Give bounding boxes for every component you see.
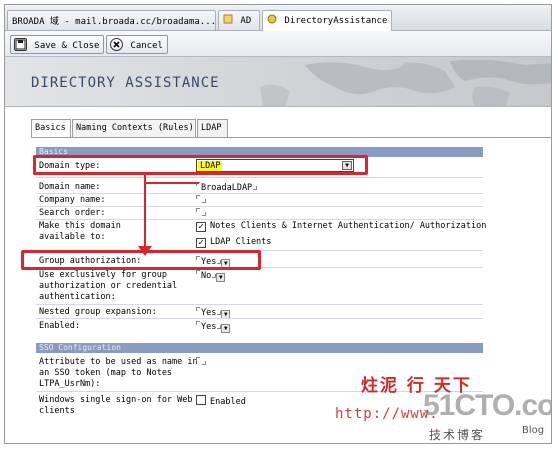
use-exclusively-value: No (201, 271, 212, 281)
tab-directory-assistance[interactable]: DirectoryAssistance × (262, 10, 392, 31)
divider (36, 206, 483, 207)
form-banner: DIRECTORY ASSISTANCE (5, 57, 551, 107)
enabled-select[interactable]: Yes ▼ (196, 321, 231, 333)
save-close-label: Save & Close (34, 41, 100, 51)
win-sso-label-line1: Windows single sign-on for Web (39, 395, 193, 405)
tab-naming-contexts[interactable]: Naming Contexts (Rules) (72, 119, 196, 137)
annotation-arrow-head-icon (138, 246, 152, 256)
section-header-sso: SSO Configuration (36, 343, 483, 353)
win-sso-option-label: Enabled (210, 397, 246, 407)
watermark-subtitle: 技术博客 (429, 428, 486, 442)
divider (36, 318, 483, 319)
enabled-value: Yes (201, 322, 217, 332)
save-icon (14, 38, 27, 51)
database-icon (267, 14, 277, 24)
domain-name-label: Domain name: (39, 182, 101, 192)
cancel-button[interactable]: Cancel (106, 35, 168, 54)
tab-basics[interactable]: Basics (31, 119, 71, 138)
use-exclusively-select[interactable]: No ▼ (196, 270, 226, 282)
domain-name-value: BroadaLDAP (201, 183, 253, 193)
chevron-down-icon[interactable]: ▼ (216, 273, 226, 282)
divider (36, 304, 483, 305)
action-bar: Save & Close Cancel (5, 31, 551, 57)
sso-attr-field[interactable] (196, 357, 206, 368)
company-name-field[interactable] (196, 195, 206, 206)
use-exclusively-label-line3: authentication: (39, 292, 116, 302)
tab-label: AD (240, 16, 252, 26)
search-order-label: Search order: (39, 208, 106, 218)
window-tab-strip: BROADA 域 - mail.broada.cc/broadama... × … (5, 5, 551, 31)
divider (36, 219, 483, 220)
tab-underline (31, 137, 551, 138)
use-exclusively-label-line2: authorization or credential (39, 281, 178, 291)
checkbox-unchecked[interactable] (196, 395, 206, 405)
watermark-url: http://www. (335, 406, 439, 422)
cancel-label: Cancel (130, 41, 163, 51)
sso-attr-label-line3: LTPA_UsrNm): (39, 379, 101, 389)
annotation-arrow-shaft (144, 175, 146, 249)
domain-name-field[interactable]: BroadaLDAP (196, 182, 258, 193)
annotation-box-domain-type (33, 155, 368, 175)
document-icon (223, 14, 233, 24)
cancel-icon (110, 38, 123, 51)
application-window: BROADA 域 - mail.broada.cc/broadama... × … (4, 4, 552, 444)
watermark-site: 51CTO.com (423, 389, 551, 422)
make-available-label-line1: Make this domain (39, 221, 121, 231)
divider (36, 177, 483, 178)
use-exclusively-label-line1: Use exclusively for group (39, 270, 167, 280)
checkbox-checked[interactable]: ✓ (196, 222, 206, 232)
tab-broada-mail[interactable]: BROADA 域 - mail.broada.cc/broadama... × (7, 10, 216, 30)
make-available-label-line2: available to: (39, 232, 106, 242)
checkbox-checked[interactable]: ✓ (196, 238, 206, 248)
enabled-label: Enabled: (39, 321, 80, 331)
sso-attr-label-line1: Attribute to be used as name in (39, 357, 198, 367)
tab-label: BROADA 域 - mail.broada.cc/broadama... (12, 17, 216, 27)
sso-attr-label-line2: an SSO token (map to Notes (39, 368, 173, 378)
tab-ad[interactable]: AD × (218, 10, 260, 30)
watermark-blog: Blog (522, 425, 545, 436)
ldap-clients-option-label: LDAP Clients (210, 237, 272, 247)
annotation-line (144, 182, 199, 184)
divider (36, 193, 483, 194)
company-name-label: Company name: (39, 195, 106, 205)
search-order-field[interactable] (196, 208, 206, 219)
nested-value: Yes (201, 308, 217, 318)
win-sso-label-line2: clients (39, 406, 75, 416)
chevron-down-icon[interactable]: ▼ (221, 324, 231, 333)
page-title: DIRECTORY ASSISTANCE (31, 75, 220, 91)
win-sso-option[interactable]: Enabled (196, 395, 246, 407)
tab-ldap[interactable]: LDAP (197, 119, 228, 137)
notes-clients-option-label: Notes Clients & Internet Authentication/… (210, 221, 487, 231)
nested-label: Nested group expansion: (39, 307, 157, 317)
notes-clients-option[interactable]: ✓ Notes Clients & Internet Authentication… (196, 221, 486, 232)
tab-label: DirectoryAssistance (284, 16, 388, 26)
save-close-button[interactable]: Save & Close (10, 35, 105, 54)
ldap-clients-option[interactable]: ✓ LDAP Clients (196, 237, 271, 248)
